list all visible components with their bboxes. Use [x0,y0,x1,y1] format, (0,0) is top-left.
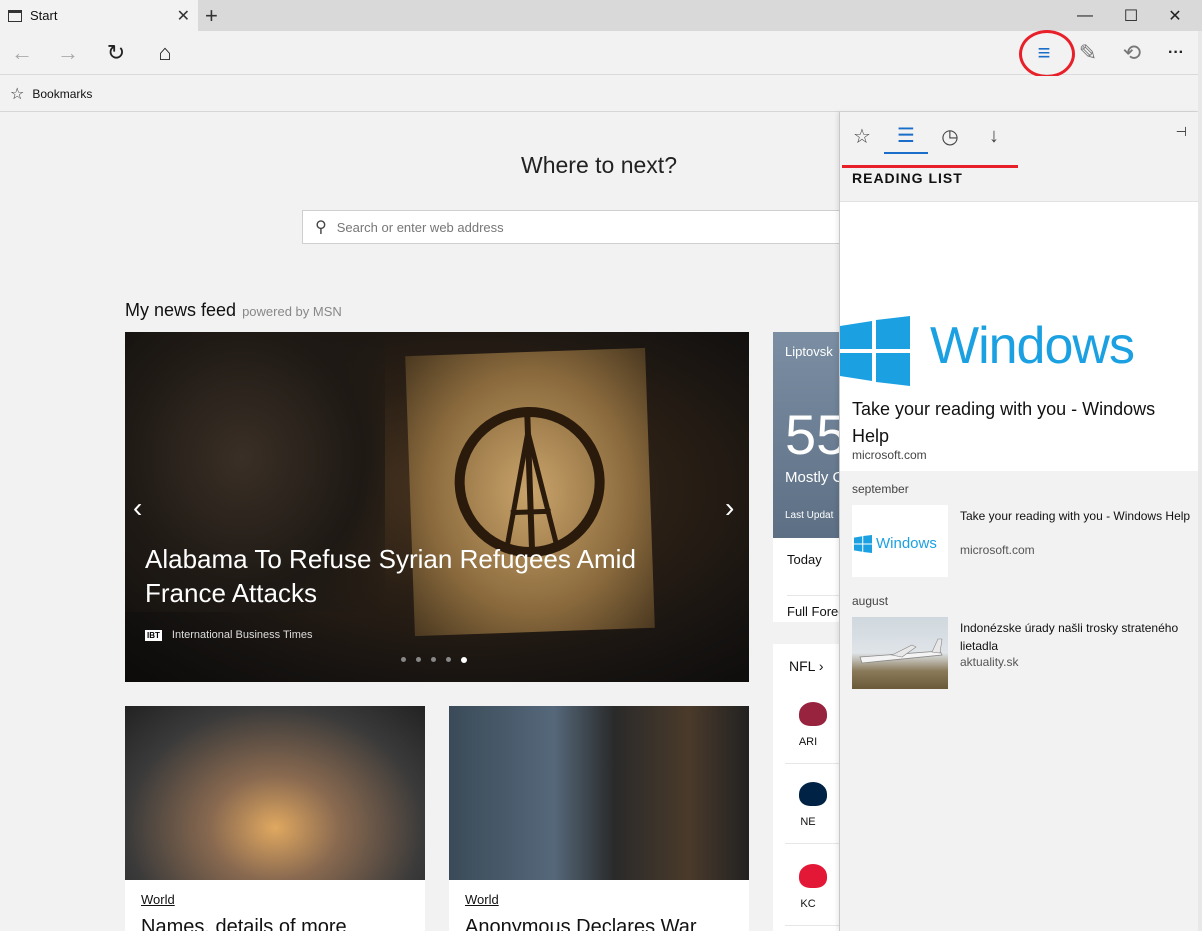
weather-updated: Last Updat [785,510,834,521]
hub-title: READING LIST [852,170,963,186]
news-card-title[interactable]: Anonymous Declares War [465,916,697,931]
back-button[interactable]: ← [0,31,44,75]
hero-source: IBT International Business Times [145,629,313,641]
home-button[interactable]: ⌂ [143,31,187,75]
carousel-dot[interactable] [416,657,421,662]
bookmarks-link[interactable]: Bookmarks [32,87,92,101]
featured-title[interactable]: Take your reading with you - Windows Hel… [852,396,1182,450]
weather-widget[interactable]: Liptovsk 55 Mostly C Last Updat [773,332,843,538]
downloads-tab-icon[interactable]: ↓ [972,118,1016,154]
pin-icon[interactable]: ⊣ [1176,124,1187,140]
favorites-tab-icon[interactable]: ☆ [840,118,884,154]
windows-logo-icon [854,535,872,553]
news-card-title[interactable]: Names, details of more [141,916,347,931]
carousel-dot[interactable] [431,657,436,662]
page-icon [8,9,22,22]
scrollbar[interactable] [1198,31,1202,931]
nfl-header[interactable]: NFL › [789,658,823,674]
minimize-button[interactable]: — [1062,0,1108,31]
carousel-next-button[interactable]: › [725,492,734,524]
group-label: august [852,594,889,608]
news-card-image [449,706,749,880]
news-card-category[interactable]: World [141,892,175,907]
group-label: september [852,482,909,496]
source-logo: IBT [145,629,162,641]
tab-highlight-underline [842,165,1018,168]
nfl-team[interactable]: KC [785,850,843,926]
item-thumbnail [852,617,948,689]
forward-button[interactable]: → [46,31,90,75]
title-bar: Start ✕ + — ☐ ✕ [0,0,1202,31]
news-card-image [125,706,425,880]
search-input[interactable]: ⚲ Search or enter web address [302,210,862,244]
reading-list-featured[interactable]: Windows Take your reading with you - Win… [840,201,1199,471]
search-placeholder: Search or enter web address [336,219,504,235]
news-card[interactable]: World Names, details of more [125,706,425,931]
item-source: microsoft.com [960,543,1035,557]
weather-condition: Mostly C [785,469,843,486]
airplane-icon [859,638,943,664]
close-window-button[interactable]: ✕ [1152,0,1198,31]
team-abbr: ARI [798,736,818,748]
item-title[interactable]: Take your reading with you - Windows Hel… [960,507,1192,525]
maximize-button[interactable]: ☐ [1108,0,1154,31]
team-abbr: KC [800,898,816,910]
more-button[interactable]: ··· [1154,31,1198,75]
carousel-dot[interactable] [446,657,451,662]
hero-carousel[interactable]: ‹ › Alabama To Refuse Syrian Refugees Am… [125,332,749,682]
hero-headline[interactable]: Alabama To Refuse Syrian Refugees Amid F… [145,542,705,610]
item-title[interactable]: Indonézske úrady našli trosky strateného… [960,619,1192,655]
carousel-dot[interactable] [401,657,406,662]
windows-wordmark: Windows [930,317,1135,375]
new-tab-button[interactable]: + [205,3,218,29]
news-feed-title: My news feed powered by MSN [125,300,342,320]
carousel-prev-button[interactable]: ‹ [133,492,142,524]
hub-panel: ☆ ☰ ◷ ↓ ⊣ READING LIST Windows Take your… [839,112,1199,931]
featured-source: microsoft.com [852,448,927,462]
star-icon: ☆ [10,85,25,103]
navigation-bar: ← → ↻ ⌂ ≡ ✎ ⟲ ··· [0,31,1202,75]
refresh-button[interactable]: ↻ [94,31,138,75]
team-logo-icon [799,782,827,806]
weather-today-link[interactable]: Today [787,552,822,567]
hub-tabs: ☆ ☰ ◷ ↓ ⊣ [840,112,1199,156]
hub-button[interactable]: ≡ [1022,31,1066,75]
weather-forecast-link[interactable]: Full Forec [787,595,843,619]
weather-city: Liptovsk [785,344,833,359]
search-icon: ⚲ [315,219,327,236]
close-tab-icon[interactable]: ✕ [177,6,190,26]
team-abbr: NE [800,816,816,828]
reading-list-item[interactable]: Indonézske úrady našli trosky strateného… [852,617,1192,689]
item-thumbnail: Windows [852,505,948,577]
news-card[interactable]: World Anonymous Declares War [449,706,749,931]
weather-temp: 55 [785,403,843,466]
nfl-team[interactable]: ARI [785,688,843,764]
weather-links: Today Full Forec [773,538,843,622]
item-source: aktuality.sk [960,655,1019,669]
news-card-category[interactable]: World [465,892,499,907]
thumb-text: Windows [876,535,937,552]
powered-by: powered by MSN [242,304,342,319]
favorites-bar: ☆ Bookmarks [0,76,1202,112]
reading-list-tab-icon[interactable]: ☰ [884,118,928,154]
windows-logo-icon [840,316,910,386]
history-tab-icon[interactable]: ◷ [928,118,972,154]
tab-start[interactable]: Start ✕ [0,0,198,31]
team-logo-icon [799,864,827,888]
carousel-dot-active[interactable] [461,657,467,663]
nfl-team[interactable]: NE [785,768,843,844]
reading-list-item[interactable]: Windows Take your reading with you - Win… [852,505,1192,577]
nfl-widget: NFL › ARI NE KC [773,644,843,931]
team-logo-icon [799,702,827,726]
carousel-dots [401,657,467,663]
share-button[interactable]: ⟲ [1110,31,1154,75]
web-note-button[interactable]: ✎ [1066,31,1110,75]
tab-title: Start [30,8,58,23]
